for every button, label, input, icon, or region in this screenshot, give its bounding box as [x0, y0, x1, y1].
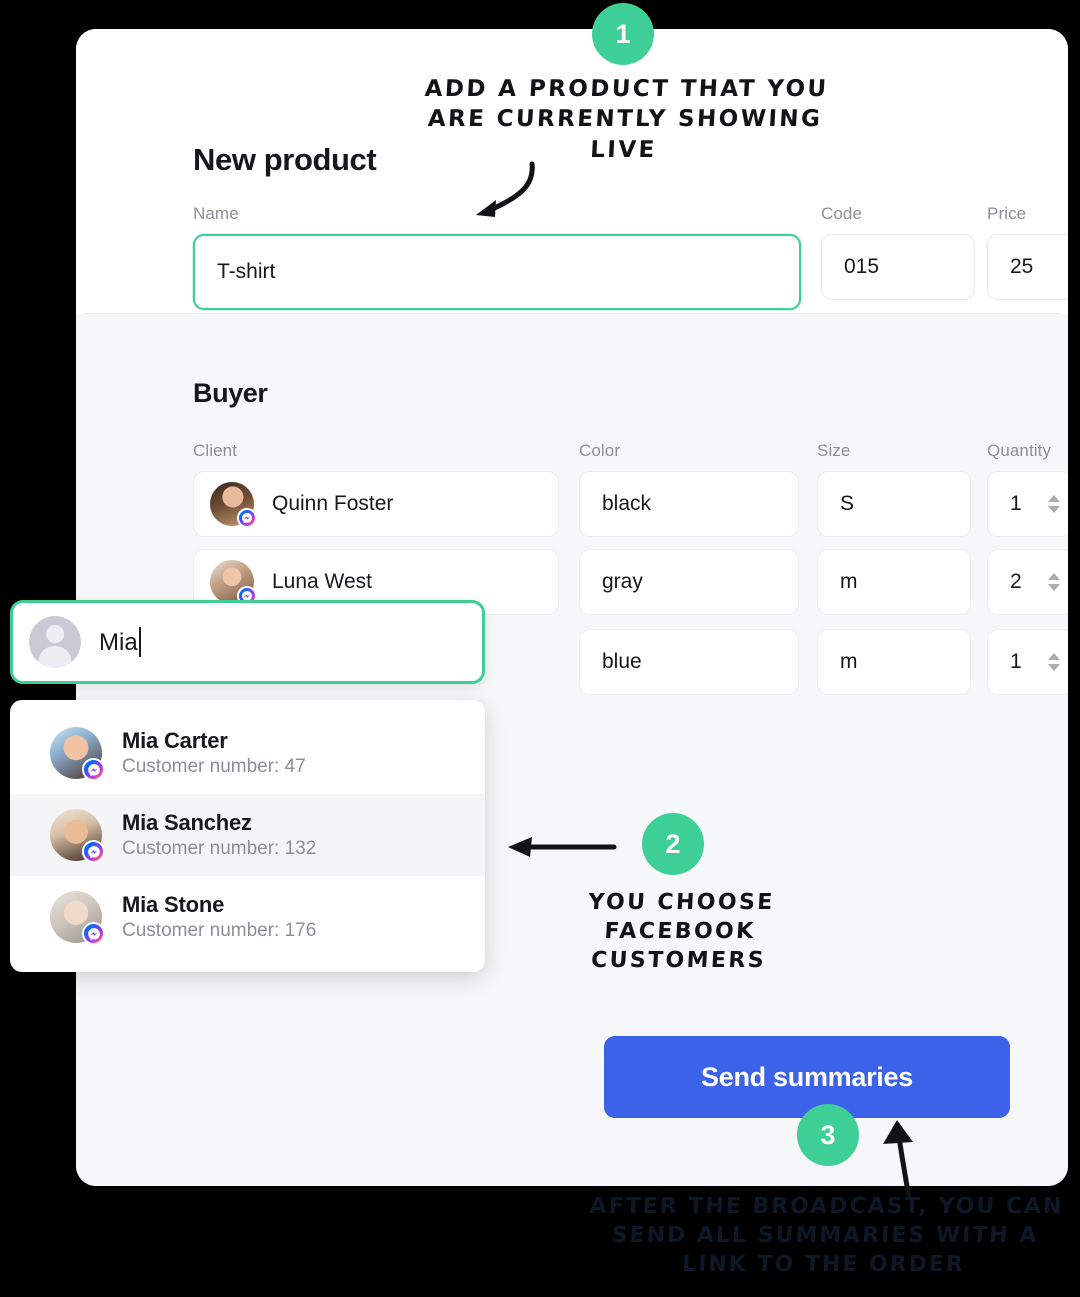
- size-column-label: Size: [817, 441, 851, 460]
- color-input-row-1[interactable]: black: [579, 471, 799, 537]
- stepper-down-icon[interactable]: [1048, 506, 1060, 513]
- quantity-stepper-arrows-icon[interactable]: [1048, 653, 1060, 671]
- list-item[interactable]: Mia Stone Customer number: 176: [10, 876, 485, 958]
- client-column-label: Client: [193, 441, 238, 460]
- color-column-label: Color: [579, 441, 621, 460]
- page-title: New product: [193, 142, 377, 177]
- client-name-value: Quinn Foster: [272, 492, 394, 515]
- screenshot-root: New product Name T-shirt Code 015 Price …: [0, 0, 1080, 1297]
- quantity-stepper-row-2[interactable]: 2: [987, 549, 1068, 615]
- color-input-row-3[interactable]: blue: [579, 629, 799, 695]
- quantity-value: 1: [1010, 650, 1022, 673]
- list-item[interactable]: Mia Sanchez Customer number: 132: [10, 794, 485, 876]
- size-value: m: [840, 650, 858, 673]
- step-badge-2: 2: [642, 813, 704, 875]
- product-code-value: 015: [844, 255, 880, 278]
- price-label: Price: [987, 204, 1027, 223]
- step-badge-1: 1: [592, 3, 654, 65]
- avatar: [50, 891, 105, 945]
- stepper-down-icon[interactable]: [1048, 584, 1060, 591]
- size-input-row-2[interactable]: m: [817, 549, 971, 615]
- color-input-row-2[interactable]: gray: [579, 549, 799, 615]
- avatar: [50, 727, 105, 781]
- quantity-stepper-row-1[interactable]: 1: [987, 471, 1068, 537]
- annotation-text-1: ADD A PRODUCT THAT YOU ARE CURRENTLY SHO…: [424, 76, 830, 163]
- size-input-row-1[interactable]: S: [817, 471, 971, 537]
- size-value: S: [840, 492, 855, 515]
- product-name-value: T-shirt: [217, 260, 276, 283]
- messenger-badge-icon: [82, 758, 105, 781]
- avatar: [50, 809, 105, 863]
- client-name-value: Luna West: [272, 570, 373, 593]
- suggestion-name: Mia Carter: [122, 728, 228, 753]
- stepper-up-icon[interactable]: [1048, 573, 1060, 580]
- stepper-up-icon[interactable]: [1048, 495, 1060, 502]
- avatar: [210, 560, 257, 606]
- product-price-input[interactable]: 25: [987, 234, 1068, 300]
- quantity-value: 1: [1010, 492, 1022, 515]
- size-value: m: [840, 570, 858, 593]
- text-caret: [138, 627, 141, 657]
- quantity-value: 2: [1010, 570, 1022, 593]
- product-code-input[interactable]: 015: [821, 234, 975, 300]
- suggestion-customer-number: Customer number: 132: [122, 838, 317, 859]
- quantity-stepper-row-3[interactable]: 1: [987, 629, 1068, 695]
- annotation-text-2: YOU CHOOSE FACEBOOK CUSTOMERS: [587, 890, 776, 974]
- suggestion-customer-number: Customer number: 176: [122, 920, 317, 941]
- send-summaries-button[interactable]: Send summaries: [604, 1036, 1010, 1118]
- name-label: Name: [193, 204, 239, 223]
- stepper-up-icon[interactable]: [1048, 653, 1060, 660]
- list-item[interactable]: Mia Carter Customer number: 47: [10, 712, 485, 794]
- suggestion-name: Mia Stone: [122, 892, 225, 917]
- client-input-row-1[interactable]: Quinn Foster: [193, 471, 559, 537]
- product-name-input[interactable]: T-shirt: [193, 234, 801, 310]
- product-price-value: 25: [1010, 255, 1034, 278]
- client-suggestions-dropdown[interactable]: Mia Carter Customer number: 47 Mia Sanch…: [10, 700, 485, 972]
- color-value: gray: [602, 570, 643, 593]
- suggestion-customer-number: Customer number: 47: [122, 756, 306, 777]
- messenger-badge-icon: [237, 508, 257, 528]
- color-value: black: [602, 492, 652, 515]
- code-label: Code: [821, 204, 863, 223]
- person-placeholder-avatar-icon: [29, 616, 81, 668]
- color-value: blue: [602, 650, 642, 673]
- quantity-column-label: Quantity: [987, 441, 1052, 460]
- client-search-input[interactable]: Mia: [10, 600, 485, 684]
- suggestion-name: Mia Sanchez: [122, 810, 252, 835]
- step-badge-3: 3: [797, 1104, 859, 1166]
- stepper-down-icon[interactable]: [1048, 664, 1060, 671]
- messenger-badge-icon: [82, 922, 105, 945]
- client-search-value: Mia: [99, 627, 141, 657]
- size-input-row-3[interactable]: m: [817, 629, 971, 695]
- annotation-text-3: AFTER THE BROADCAST, YOU CAN SEND ALL SU…: [588, 1194, 1065, 1278]
- avatar: [210, 482, 257, 528]
- messenger-badge-icon: [82, 840, 105, 863]
- quantity-stepper-arrows-icon[interactable]: [1048, 573, 1060, 591]
- quantity-stepper-arrows-icon[interactable]: [1048, 495, 1060, 513]
- buyer-section-title: Buyer: [193, 378, 268, 408]
